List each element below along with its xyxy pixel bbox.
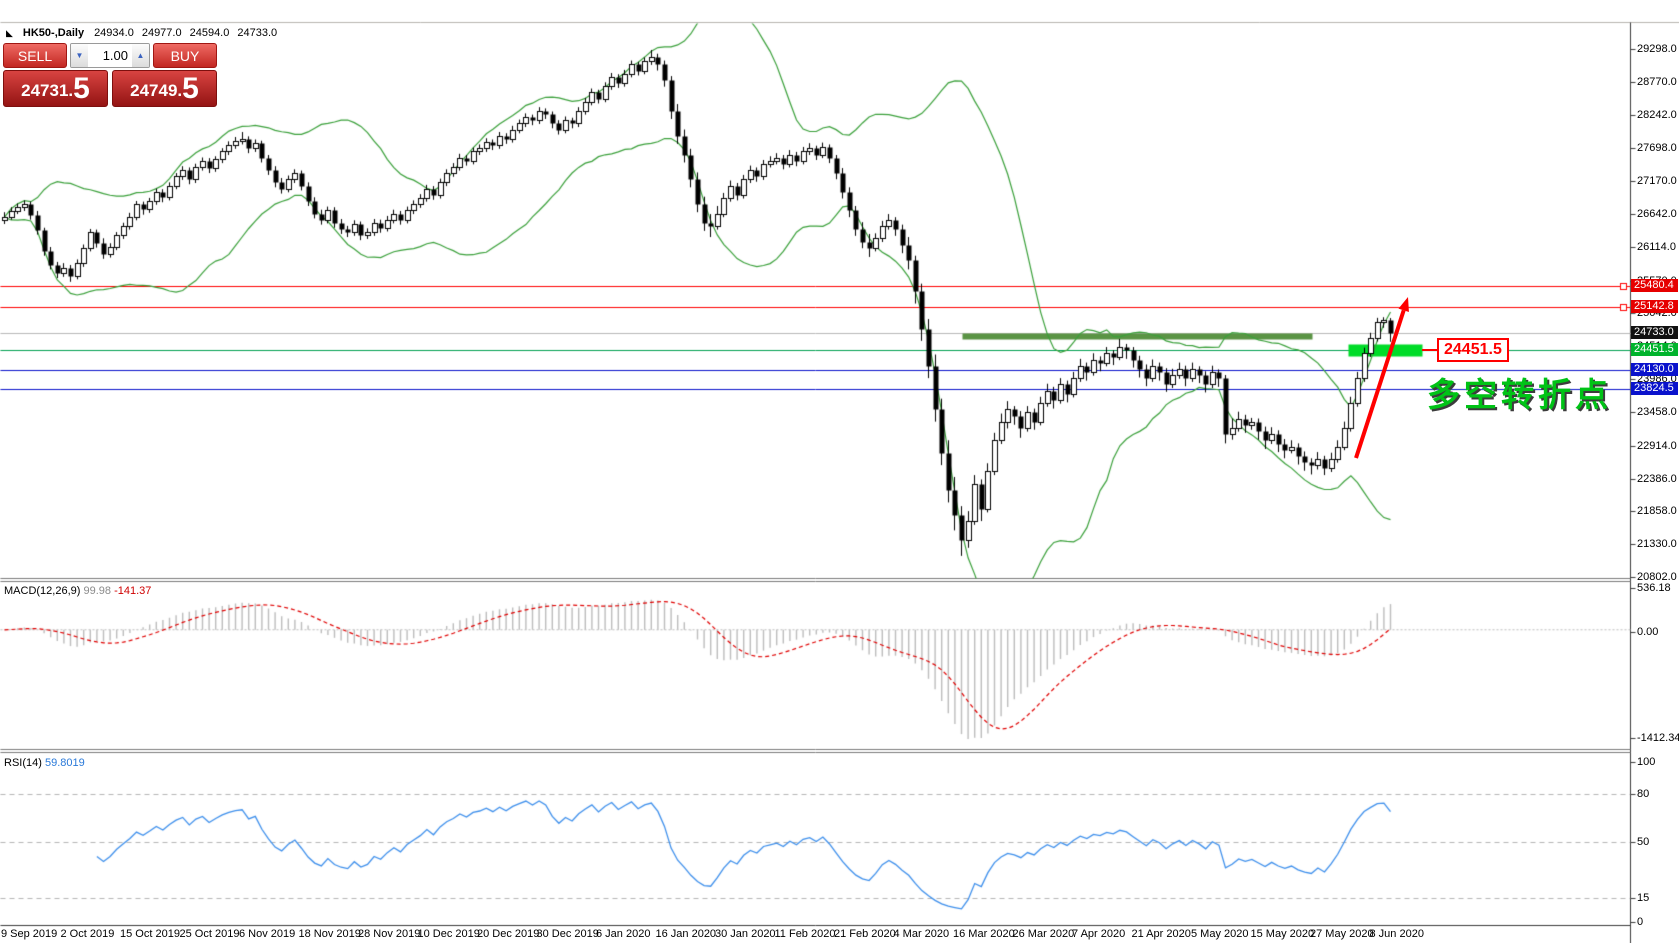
buy-price-fraction: 5 (182, 74, 199, 104)
date-axis-label: 21 Apr 2020 (1132, 928, 1191, 940)
buy-price-main: 24749 (130, 78, 177, 104)
macd-indicator-label: MACD(12,26,9) 99.98 -141.37 (4, 585, 151, 597)
price-axis-tick: 28242.0 (1637, 109, 1677, 121)
macd-signal-value: -141.37 (114, 585, 151, 597)
price-badge-25142.8: 25142.8 (1631, 300, 1678, 313)
price-axis-tick: 27170.0 (1637, 175, 1677, 187)
one-click-trading-panel: SELL ▼ 1.00 ▲ BUY 24731.5 24749.5 (3, 43, 217, 107)
date-axis-label: 11 Feb 2020 (775, 928, 836, 940)
date-axis-label: 8 Jun 2020 (1370, 928, 1424, 940)
volume-stepper: ▼ 1.00 ▲ (70, 43, 150, 68)
price-axis-tick: 26114.0 (1637, 241, 1676, 253)
price-axis-tick: 27698.0 (1637, 142, 1677, 154)
high-value: 24977.0 (142, 27, 182, 39)
price-badge-25480.4: 25480.4 (1631, 279, 1678, 292)
buy-price-panel[interactable]: 24749.5 (112, 70, 217, 107)
annotation-connector-line (1422, 349, 1437, 351)
macd-axis-tick: 536.18 (1637, 582, 1671, 594)
sell-price-main: 24731 (21, 78, 68, 104)
macd-main-value: 99.98 (83, 585, 111, 597)
rsi-axis-tick: 50 (1637, 836, 1649, 848)
price-axis-tick: 29298.0 (1637, 43, 1677, 55)
sell-button[interactable]: SELL (3, 43, 67, 68)
volume-decrease-button[interactable]: ▼ (71, 44, 88, 67)
date-axis-label: 10 Dec 2019 (418, 928, 480, 940)
date-axis-label: 9 Sep 2019 (1, 928, 57, 940)
price-axis-tick: 21330.0 (1637, 538, 1677, 550)
price-axis-tick: 21858.0 (1637, 505, 1677, 517)
date-axis-label: 6 Jan 2020 (596, 928, 650, 940)
turning-point-note[interactable]: 多空转折点 (1427, 368, 1612, 416)
date-axis-label: 21 Feb 2020 (834, 928, 896, 940)
price-annotation-label[interactable]: 24451.5 (1437, 338, 1509, 362)
price-badge-24451.5: 24451.5 (1631, 343, 1678, 356)
date-axis-label: 6 Nov 2019 (239, 928, 295, 940)
date-axis-label: 4 Mar 2020 (894, 928, 950, 940)
mt4-terminal: 新订单自动交易▼▼▼EFAT▼M1M5M15M30H1H4D1W1MN ◣ HK… (0, 0, 1679, 943)
date-axis-label: 16 Jan 2020 (656, 928, 717, 940)
macd-axis-tick: -1412.34 (1637, 732, 1679, 744)
date-axis-label: 15 May 2020 (1251, 928, 1315, 940)
date-axis-label: 28 Nov 2019 (358, 928, 420, 940)
sell-price-fraction: 5 (73, 74, 90, 104)
price-badge-24130.0: 24130.0 (1631, 363, 1678, 376)
date-axis-label: 20 Dec 2019 (477, 928, 539, 940)
rsi-axis-tick: 15 (1637, 892, 1649, 904)
volume-input[interactable]: 1.00 (88, 44, 132, 67)
buy-button[interactable]: BUY (153, 43, 217, 68)
date-axis-label: 30 Dec 2019 (537, 928, 599, 940)
price-axis-tick: 28770.0 (1637, 76, 1677, 88)
date-axis-label: 27 May 2020 (1310, 928, 1374, 940)
date-axis-label: 18 Nov 2019 (299, 928, 361, 940)
rsi-axis-tick: 80 (1637, 788, 1649, 800)
rsi-value: 59.8019 (45, 757, 85, 769)
chart-window-icon: ◣ (6, 28, 13, 39)
date-axis-label: 16 Mar 2020 (953, 928, 1015, 940)
rsi-axis-tick: 0 (1637, 916, 1643, 928)
date-axis-label: 15 Oct 2019 (120, 928, 180, 940)
low-value: 24594.0 (190, 27, 230, 39)
chart-window-title: ◣ HK50-,Daily 24934.0 24977.0 24594.0 24… (6, 27, 277, 39)
close-value: 24733.0 (237, 27, 277, 39)
date-axis-label: 26 Mar 2020 (1013, 928, 1075, 940)
price-axis-tick: 22914.0 (1637, 440, 1677, 452)
price-axis-tick: 26642.0 (1637, 208, 1677, 220)
price-badge-23824.5: 23824.5 (1631, 382, 1678, 395)
price-badge-24733.0: 24733.0 (1631, 326, 1678, 339)
volume-increase-button[interactable]: ▲ (132, 44, 149, 67)
rsi-axis-tick: 100 (1637, 756, 1655, 768)
price-axis-tick: 22386.0 (1637, 473, 1677, 485)
price-axis-tick: 23458.0 (1637, 406, 1677, 418)
date-axis-label: 7 Apr 2020 (1072, 928, 1125, 940)
price-chart-canvas[interactable] (0, 0, 1679, 943)
symbol-period-label: HK50-,Daily (23, 27, 84, 39)
date-axis-label: 25 Oct 2019 (180, 928, 240, 940)
sell-price-panel[interactable]: 24731.5 (3, 70, 108, 107)
date-axis-label: 5 May 2020 (1191, 928, 1248, 940)
open-value: 24934.0 (94, 27, 134, 39)
macd-axis-tick: 0.00 (1637, 626, 1658, 638)
rsi-indicator-label: RSI(14) 59.8019 (4, 757, 85, 769)
date-axis-label: 2 Oct 2019 (61, 928, 115, 940)
date-axis-label: 30 Jan 2020 (715, 928, 776, 940)
